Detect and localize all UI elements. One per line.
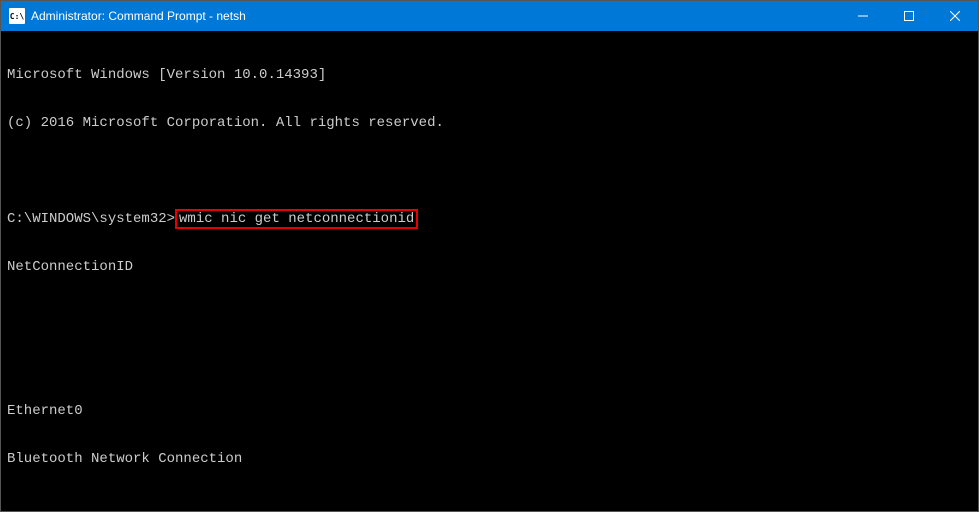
maximize-icon (904, 11, 914, 21)
blank-line (7, 355, 972, 371)
window-title: Administrator: Command Prompt - netsh (31, 9, 840, 23)
maximize-button[interactable] (886, 1, 932, 31)
output-header: NetConnectionID (7, 259, 972, 275)
output-row: Ethernet0 (7, 403, 972, 419)
blank-line (7, 163, 972, 179)
app-icon: C:\ (9, 8, 25, 24)
titlebar[interactable]: C:\ Administrator: Command Prompt - nets… (1, 1, 978, 31)
window-controls (840, 1, 978, 31)
prompt-text: C:\WINDOWS\system32> (7, 211, 175, 227)
output-row: Bluetooth Network Connection (7, 451, 972, 467)
close-icon (950, 11, 960, 21)
close-button[interactable] (932, 1, 978, 31)
command-line-1: C:\WINDOWS\system32>wmic nic get netconn… (7, 211, 972, 227)
blank-line (7, 307, 972, 323)
version-line: Microsoft Windows [Version 10.0.14393] (7, 67, 972, 83)
minimize-button[interactable] (840, 1, 886, 31)
command-prompt-window: C:\ Administrator: Command Prompt - nets… (0, 0, 979, 512)
highlighted-command-1: wmic nic get netconnectionid (175, 209, 418, 229)
terminal-area[interactable]: Microsoft Windows [Version 10.0.14393] (… (1, 31, 978, 511)
copyright-line: (c) 2016 Microsoft Corporation. All righ… (7, 115, 972, 131)
blank-line (7, 499, 972, 511)
minimize-icon (858, 11, 868, 21)
